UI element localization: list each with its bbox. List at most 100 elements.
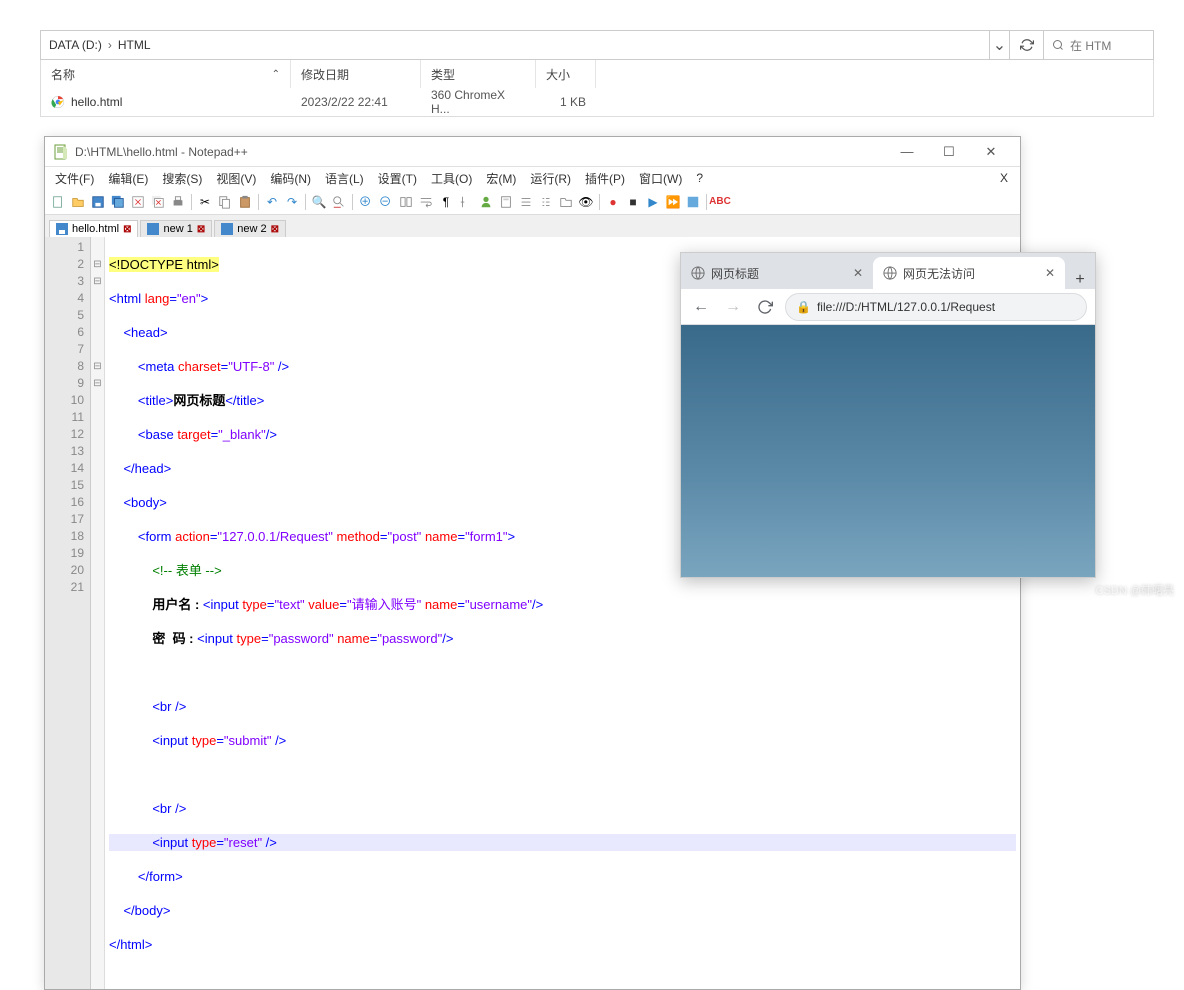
browser-tab-1[interactable]: 网页标题 ✕ xyxy=(681,257,873,289)
cut-icon[interactable]: ✂ xyxy=(196,193,214,211)
close-button[interactable]: ✕ xyxy=(970,138,1012,166)
menu-bar: 文件(F) 编辑(E) 搜索(S) 视图(V) 编码(N) 语言(L) 设置(T… xyxy=(45,167,1020,189)
menu-plugins[interactable]: 插件(P) xyxy=(579,168,631,189)
monitoring-icon[interactable]: 👁 xyxy=(577,193,595,211)
tab-new2[interactable]: new 2⊠ xyxy=(214,220,286,237)
globe-icon xyxy=(691,266,705,280)
tab-close-icon[interactable]: ⊠ xyxy=(271,224,279,235)
breadcrumb-part[interactable]: DATA (D:) xyxy=(49,38,102,52)
tab-close-icon[interactable]: ⊠ xyxy=(123,224,131,235)
doc-list-icon[interactable] xyxy=(517,193,535,211)
file-row[interactable]: hello.html 2023/2/22 22:41 360 ChromeX H… xyxy=(41,88,1153,116)
wrap-icon[interactable] xyxy=(417,193,435,211)
function-list-icon[interactable] xyxy=(537,193,555,211)
tab-title: 网页标题 xyxy=(711,265,759,282)
new-tab-button[interactable]: + xyxy=(1065,271,1095,289)
mdi-close-button[interactable]: X xyxy=(994,169,1016,187)
breadcrumb-dropdown[interactable]: ⌄ xyxy=(989,31,1009,59)
tab-close-icon[interactable]: ⊠ xyxy=(197,224,205,235)
zoom-in-icon[interactable] xyxy=(357,193,375,211)
close-file-icon[interactable] xyxy=(129,193,147,211)
menu-settings[interactable]: 设置(T) xyxy=(372,168,423,189)
minimize-button[interactable]: — xyxy=(886,138,928,166)
url-input[interactable]: 🔒 file:///D:/HTML/127.0.0.1/Request xyxy=(785,293,1087,321)
browser-viewport[interactable] xyxy=(681,325,1095,577)
sort-indicator-icon: ⌃ xyxy=(272,69,280,80)
file-explorer: DATA (D:) › HTML ⌄ 在 HTM 名称⌃ 修改日期 类型 大小 … xyxy=(40,30,1154,117)
save-all-icon[interactable] xyxy=(109,193,127,211)
find-icon[interactable]: 🔍 xyxy=(310,193,328,211)
new-file-icon[interactable] xyxy=(49,193,67,211)
title-bar[interactable]: D:\HTML\hello.html - Notepad++ — ☐ ✕ xyxy=(45,137,1020,167)
record-macro-icon[interactable]: ● xyxy=(604,193,622,211)
menu-file[interactable]: 文件(F) xyxy=(49,168,100,189)
disk-icon xyxy=(147,223,159,235)
breadcrumb[interactable]: DATA (D:) › HTML xyxy=(41,38,989,52)
chrome-icon xyxy=(51,95,65,109)
sync-scroll-icon[interactable] xyxy=(397,193,415,211)
back-button[interactable]: ← xyxy=(689,295,713,319)
address-bar: ← → 🔒 file:///D:/HTML/127.0.0.1/Request xyxy=(681,289,1095,325)
menu-help[interactable]: ? xyxy=(690,169,709,187)
column-name[interactable]: 名称⌃ xyxy=(41,60,291,88)
paste-icon[interactable] xyxy=(236,193,254,211)
column-size[interactable]: 大小 xyxy=(536,60,596,88)
toolbar: ✂ ↶ ↷ 🔍 ¶ 👁 ● ■ ▶ ⏩ ABC xyxy=(45,189,1020,215)
user-lang-icon[interactable] xyxy=(477,193,495,211)
file-list: 名称⌃ 修改日期 类型 大小 hello.html 2023/2/22 22:4… xyxy=(40,60,1154,117)
file-size: 1 KB xyxy=(536,95,596,109)
column-date[interactable]: 修改日期 xyxy=(291,60,421,88)
menu-run[interactable]: 运行(R) xyxy=(524,168,577,189)
menu-view[interactable]: 视图(V) xyxy=(210,168,262,189)
tab-title: 网页无法访问 xyxy=(903,265,975,282)
watermark: CSDN @韩曙亮 xyxy=(1096,582,1174,598)
menu-language[interactable]: 语言(L) xyxy=(319,168,370,189)
maximize-button[interactable]: ☐ xyxy=(928,138,970,166)
menu-tools[interactable]: 工具(O) xyxy=(425,168,478,189)
indent-guide-icon[interactable] xyxy=(457,193,475,211)
show-all-chars-icon[interactable]: ¶ xyxy=(437,193,455,211)
address-bar: DATA (D:) › HTML ⌄ 在 HTM xyxy=(40,30,1154,60)
menu-macro[interactable]: 宏(M) xyxy=(480,168,522,189)
breadcrumb-separator: › xyxy=(108,38,112,52)
menu-search[interactable]: 搜索(S) xyxy=(156,168,208,189)
undo-icon[interactable]: ↶ xyxy=(263,193,281,211)
url-text: file:///D:/HTML/127.0.0.1/Request xyxy=(817,300,995,314)
notepad-icon xyxy=(53,144,69,160)
refresh-button[interactable] xyxy=(1009,31,1043,59)
file-type: 360 ChromeX H... xyxy=(421,88,536,116)
menu-encoding[interactable]: 编码(N) xyxy=(264,168,317,189)
save-icon[interactable] xyxy=(89,193,107,211)
window-title: D:\HTML\hello.html - Notepad++ xyxy=(75,145,886,159)
menu-window[interactable]: 窗口(W) xyxy=(633,168,688,189)
open-file-icon[interactable] xyxy=(69,193,87,211)
close-all-icon[interactable] xyxy=(149,193,167,211)
play-macro-icon[interactable]: ▶ xyxy=(644,193,662,211)
menu-edit[interactable]: 编辑(E) xyxy=(102,168,154,189)
search-box[interactable]: 在 HTM xyxy=(1043,31,1153,59)
copy-icon[interactable] xyxy=(216,193,234,211)
tab-close-icon[interactable]: ✕ xyxy=(1045,266,1055,280)
forward-button[interactable]: → xyxy=(721,295,745,319)
tab-new1[interactable]: new 1⊠ xyxy=(140,220,212,237)
print-icon[interactable] xyxy=(169,193,187,211)
tab-hello[interactable]: hello.html⊠ xyxy=(49,220,138,237)
play-multi-icon[interactable]: ⏩ xyxy=(664,193,682,211)
zoom-out-icon[interactable] xyxy=(377,193,395,211)
tab-close-icon[interactable]: ✕ xyxy=(853,266,863,280)
save-macro-icon[interactable] xyxy=(684,193,702,211)
reload-button[interactable] xyxy=(753,295,777,319)
spellcheck-icon[interactable]: ABC xyxy=(711,193,729,211)
file-date: 2023/2/22 22:41 xyxy=(291,95,421,109)
column-type[interactable]: 类型 xyxy=(421,60,536,88)
browser-tab-2[interactable]: 网页无法访问 ✕ xyxy=(873,257,1065,289)
folder-workspace-icon[interactable] xyxy=(557,193,575,211)
breadcrumb-part[interactable]: HTML xyxy=(118,38,151,52)
stop-macro-icon[interactable]: ■ xyxy=(624,193,642,211)
disk-icon xyxy=(56,223,68,235)
redo-icon[interactable]: ↷ xyxy=(283,193,301,211)
replace-icon[interactable] xyxy=(330,193,348,211)
column-headers: 名称⌃ 修改日期 类型 大小 xyxy=(41,60,1153,88)
doc-map-icon[interactable] xyxy=(497,193,515,211)
lock-icon: 🔒 xyxy=(796,300,811,314)
